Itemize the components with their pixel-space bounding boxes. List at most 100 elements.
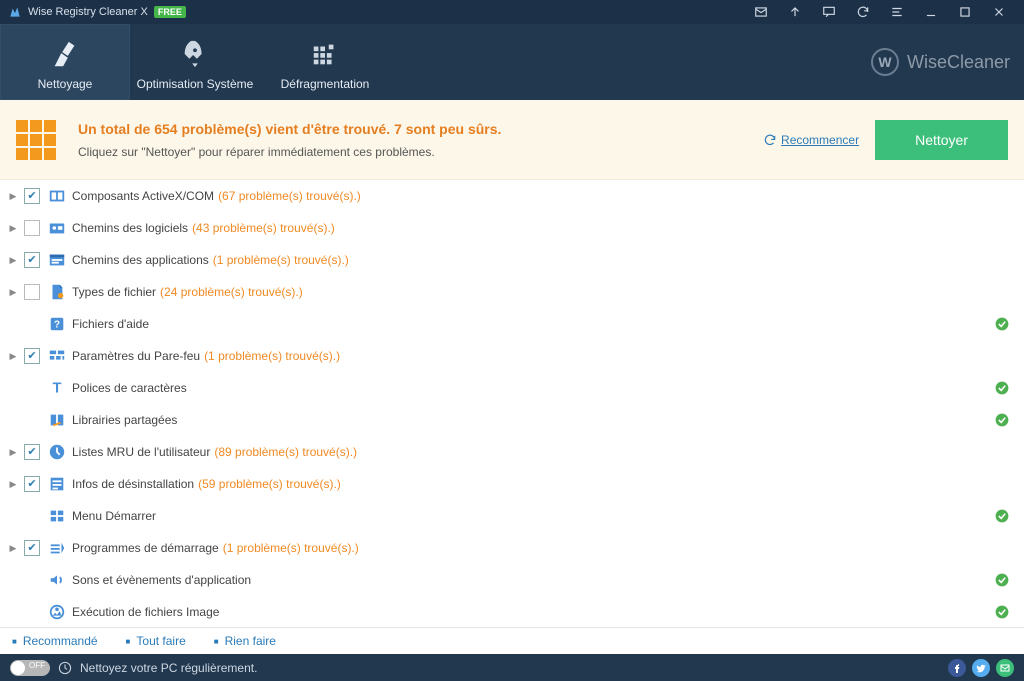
font-icon: T [48, 379, 66, 397]
sound-icon [48, 571, 66, 589]
tab-label: Optimisation Système [137, 77, 254, 91]
restart-label: Recommencer [781, 133, 859, 147]
ok-icon [994, 572, 1010, 588]
brand-text: WiseCleaner [907, 52, 1010, 73]
menu-icon[interactable] [880, 0, 914, 24]
ok-icon [994, 508, 1010, 524]
tab-cleanup[interactable]: Nettoyage [0, 24, 130, 100]
list-item[interactable]: ▶ Infos de désinstallation (59 problème(… [0, 468, 1024, 500]
list-item[interactable]: T Polices de caractères [0, 372, 1024, 404]
feedback-icon[interactable] [812, 0, 846, 24]
list-item[interactable]: ▶ Types de fichier (24 problème(s) trouv… [0, 276, 1024, 308]
app-title: Wise Registry Cleaner X [28, 6, 148, 18]
item-label: Chemins des logiciels [72, 221, 188, 235]
filetype-icon [48, 283, 66, 301]
help-icon: ? [48, 315, 66, 333]
expand-icon[interactable]: ▶ [6, 287, 20, 298]
item-label: Sons et évènements d'application [72, 573, 251, 587]
broom-icon [50, 37, 80, 71]
issue-list: ▶ Composants ActiveX/COM (67 problème(s)… [0, 180, 1024, 627]
title-bar: Wise Registry Cleaner X FREE [0, 0, 1024, 24]
list-item[interactable]: ▶ Composants ActiveX/COM (67 problème(s)… [0, 180, 1024, 212]
checkbox[interactable] [24, 252, 40, 268]
footer-links: ■Recommandé ■Tout faire ■Rien faire [0, 627, 1024, 654]
list-item[interactable]: ▶ Programmes de démarrage (1 problème(s)… [0, 532, 1024, 564]
minimize-button[interactable] [914, 0, 948, 24]
link-select-all[interactable]: Tout faire [136, 634, 185, 648]
rocket-icon [180, 37, 210, 71]
tab-optimize[interactable]: Optimisation Système [130, 24, 260, 100]
facebook-icon[interactable] [948, 659, 966, 677]
close-button[interactable] [982, 0, 1016, 24]
item-count: (24 problème(s) trouvé(s).) [160, 285, 303, 299]
image-exec-icon [48, 603, 66, 621]
checkbox[interactable] [24, 444, 40, 460]
startmenu-icon [48, 507, 66, 525]
tab-defrag[interactable]: Défragmentation [260, 24, 390, 100]
restart-link[interactable]: Recommencer [763, 133, 859, 147]
social-links [948, 659, 1014, 677]
uninstall-icon [48, 475, 66, 493]
expand-icon[interactable]: ▶ [6, 543, 20, 554]
checkbox[interactable] [24, 476, 40, 492]
list-item[interactable]: ▶ Chemins des logiciels (43 problème(s) … [0, 212, 1024, 244]
list-item[interactable]: ▶ Paramètres du Pare-feu (1 problème(s) … [0, 340, 1024, 372]
mail-social-icon[interactable] [996, 659, 1014, 677]
activex-icon [48, 187, 66, 205]
checkbox[interactable] [24, 348, 40, 364]
item-label: Programmes de démarrage [72, 541, 219, 555]
item-count: (1 problème(s) trouvé(s).) [204, 349, 340, 363]
grid-icon [16, 120, 56, 160]
twitter-icon[interactable] [972, 659, 990, 677]
item-label: Types de fichier [72, 285, 156, 299]
item-label: Fichiers d'aide [72, 317, 149, 331]
item-count: (67 problème(s) trouvé(s).) [218, 189, 361, 203]
expand-icon[interactable]: ▶ [6, 223, 20, 234]
mail-icon[interactable] [744, 0, 778, 24]
expand-icon[interactable]: ▶ [6, 479, 20, 490]
list-item[interactable]: Sons et évènements d'application [0, 564, 1024, 596]
status-bar: OFF Nettoyez votre PC régulièrement. [0, 654, 1024, 681]
list-item[interactable]: ? Fichiers d'aide [0, 308, 1024, 340]
startup-icon [48, 539, 66, 557]
list-item[interactable]: Exécution de fichiers Image [0, 596, 1024, 627]
list-item[interactable]: Librairies partagées [0, 404, 1024, 436]
list-item[interactable]: Menu Démarrer [0, 500, 1024, 532]
checkbox[interactable] [24, 220, 40, 236]
firewall-icon [48, 347, 66, 365]
expand-icon[interactable]: ▶ [6, 447, 20, 458]
app-icon [8, 5, 22, 19]
refresh-icon[interactable] [846, 0, 880, 24]
item-label: Infos de désinstallation [72, 477, 194, 491]
banner-subtext: Cliquez sur "Nettoyer" pour réparer immé… [78, 145, 763, 159]
item-label: Chemins des applications [72, 253, 209, 267]
expand-icon[interactable]: ▶ [6, 191, 20, 202]
tab-bar: Nettoyage Optimisation Système Défragmen… [0, 24, 1024, 100]
list-item[interactable]: ▶ Listes MRU de l'utilisateur (89 problè… [0, 436, 1024, 468]
expand-icon[interactable]: ▶ [6, 255, 20, 266]
checkbox[interactable] [24, 284, 40, 300]
status-text: Nettoyez votre PC régulièrement. [80, 661, 257, 675]
result-banner: Un total de 654 problème(s) vient d'être… [0, 100, 1024, 180]
link-select-none[interactable]: Rien faire [225, 634, 276, 648]
mru-icon [48, 443, 66, 461]
item-label: Listes MRU de l'utilisateur [72, 445, 210, 459]
list-item[interactable]: ▶ Chemins des applications (1 problème(s… [0, 244, 1024, 276]
schedule-toggle[interactable]: OFF [10, 660, 50, 676]
ok-icon [994, 316, 1010, 332]
checkbox[interactable] [24, 188, 40, 204]
expand-icon[interactable]: ▶ [6, 351, 20, 362]
brand-logo[interactable]: W WiseCleaner [871, 24, 1010, 100]
clean-button[interactable]: Nettoyer [875, 120, 1008, 160]
item-count: (1 problème(s) trouvé(s).) [213, 253, 349, 267]
upgrade-icon[interactable] [778, 0, 812, 24]
item-count: (89 problème(s) trouvé(s).) [214, 445, 357, 459]
item-label: Exécution de fichiers Image [72, 605, 219, 619]
maximize-button[interactable] [948, 0, 982, 24]
svg-text:T: T [53, 381, 62, 397]
checkbox[interactable] [24, 540, 40, 556]
link-recommended[interactable]: Recommandé [23, 634, 98, 648]
defrag-icon [310, 37, 340, 71]
item-label: Paramètres du Pare-feu [72, 349, 200, 363]
app-path-icon [48, 251, 66, 269]
